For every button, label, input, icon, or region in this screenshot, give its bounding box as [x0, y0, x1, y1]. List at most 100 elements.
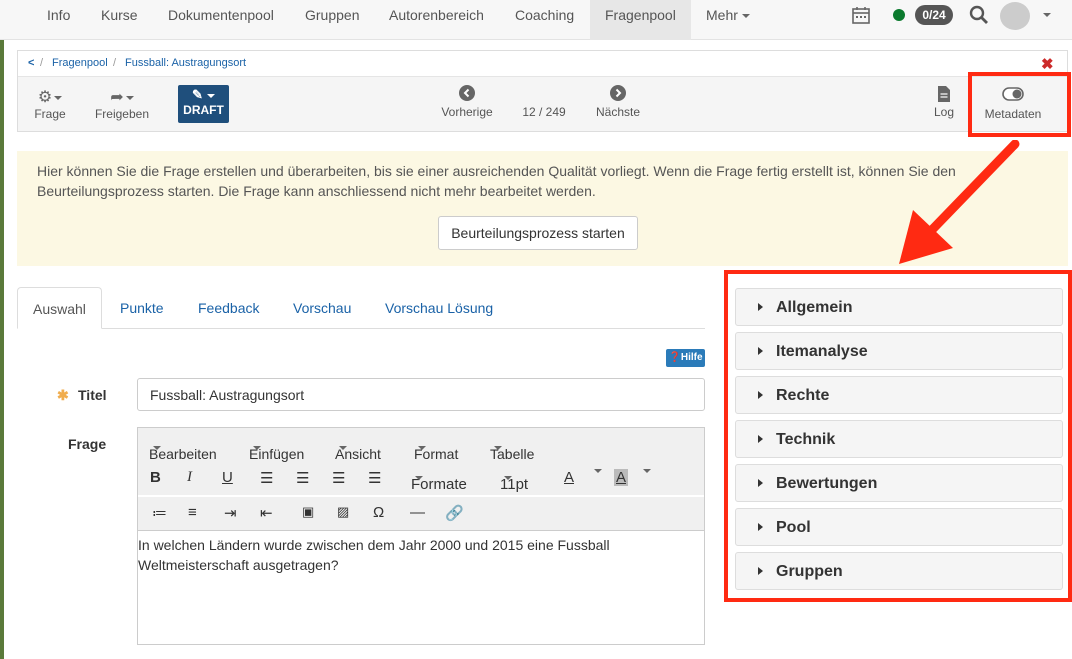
- nav-item-info[interactable]: Info: [47, 0, 70, 40]
- tab-auswahl[interactable]: Auswahl: [17, 287, 102, 329]
- accordion-label: Allgemein: [776, 299, 853, 316]
- special-character-icon[interactable]: Ω: [373, 504, 384, 521]
- accordion-label: Technik: [776, 431, 836, 448]
- question-tabs: Auswahl Punkte Feedback Vorschau Vorscha…: [17, 287, 705, 329]
- accordion-rechte[interactable]: Rechte: [735, 376, 1063, 414]
- rich-text-editor: Bearbeiten Einfügen Ansicht Format Tabel…: [137, 427, 705, 645]
- editor-menubar: Bearbeiten Einfügen Ansicht Format Tabel…: [138, 428, 704, 462]
- notification-badge[interactable]: 0/24: [915, 5, 953, 25]
- text-color-chevron-icon[interactable]: [594, 469, 602, 473]
- accordion-technik[interactable]: Technik: [735, 420, 1063, 458]
- accordion-label: Rechte: [776, 387, 830, 404]
- help-button[interactable]: ❓Hilfe: [666, 349, 705, 367]
- background-color-icon[interactable]: A: [614, 469, 629, 486]
- tab-vorschau-loesung[interactable]: Vorschau Lösung: [385, 287, 493, 329]
- top-navigation: Info Kurse Dokumentenpool Gruppen Autore…: [0, 0, 1072, 40]
- titel-label: Titel: [78, 387, 107, 403]
- online-status-icon: [893, 9, 905, 21]
- freigeben-menu-button[interactable]: ➦ Freigeben: [92, 89, 152, 121]
- align-center-icon[interactable]: ☰: [332, 469, 345, 487]
- chevron-left-circle-icon: [459, 85, 475, 101]
- media-icon[interactable]: ▣: [302, 504, 314, 520]
- breadcrumb-item-current[interactable]: Fussball: Austragungsort: [125, 57, 246, 69]
- annotation-arrow-icon: [899, 140, 1020, 264]
- numbered-list-icon[interactable]: ≡: [188, 504, 197, 521]
- align-left-icon[interactable]: ☰: [368, 469, 381, 487]
- horizontal-rule-icon[interactable]: —: [410, 504, 425, 521]
- calendar-icon[interactable]: [851, 5, 871, 25]
- metadaten-highlight: [968, 72, 1071, 137]
- required-asterisk-icon: ✱: [57, 387, 69, 403]
- caret-right-icon: [758, 435, 763, 443]
- accordion-itemanalyse[interactable]: Itemanalyse: [735, 332, 1063, 370]
- accordion-label: Itemanalyse: [776, 343, 868, 360]
- underline-icon[interactable]: U: [222, 469, 233, 486]
- nav-item-fragenpool[interactable]: Fragenpool: [590, 0, 691, 40]
- nav-item-kurse[interactable]: Kurse: [101, 0, 138, 40]
- breadcrumb-separator: /: [113, 57, 117, 69]
- outdent-icon[interactable]: ⇤: [260, 504, 273, 522]
- chevron-right-circle-icon: [610, 85, 626, 101]
- background-color-chevron-icon[interactable]: [643, 469, 651, 473]
- align-right-icon[interactable]: ☰: [296, 469, 309, 487]
- accordion-label: Gruppen: [776, 563, 843, 580]
- previous-button[interactable]: Vorherige: [439, 85, 495, 119]
- start-review-button[interactable]: Beurteilungsprozess starten: [438, 216, 638, 250]
- image-icon[interactable]: ▨: [337, 504, 349, 520]
- caret-right-icon: [758, 523, 763, 531]
- nav-item-gruppen[interactable]: Gruppen: [305, 0, 359, 40]
- close-icon[interactable]: ✖: [1041, 55, 1054, 73]
- breadcrumb-back-icon[interactable]: <: [28, 57, 34, 69]
- accordion-bewertungen[interactable]: Bewertungen: [735, 464, 1063, 502]
- gear-icon: ⚙: [30, 89, 70, 107]
- question-toolbar: < / Fragenpool / Fussball: Austragungsor…: [17, 50, 1068, 132]
- tab-punkte[interactable]: Punkte: [120, 287, 164, 329]
- draft-status-button[interactable]: ✎ DRAFT: [178, 85, 229, 123]
- bold-icon[interactable]: B: [150, 469, 161, 486]
- breadcrumb: < / Fragenpool / Fussball: Austragungsor…: [18, 51, 1067, 77]
- link-icon[interactable]: 🔗: [445, 504, 464, 522]
- nav-mehr-label: Mehr: [706, 7, 738, 23]
- document-icon: [938, 86, 950, 102]
- frage-menu-button[interactable]: ⚙ Frage: [30, 89, 70, 121]
- bullet-list-icon[interactable]: ≔: [152, 504, 167, 522]
- chevron-down-icon: [741, 14, 750, 19]
- italic-icon[interactable]: I: [187, 469, 192, 486]
- align-justify-icon[interactable]: ☰: [260, 469, 273, 487]
- draft-label: DRAFT: [183, 103, 224, 117]
- editor-content[interactable]: In welchen Ländern wurde zwischen dem Ja…: [138, 530, 704, 644]
- accordion-gruppen[interactable]: Gruppen: [735, 552, 1063, 590]
- next-button[interactable]: Nächste: [593, 85, 643, 119]
- chevron-down-icon: [339, 446, 347, 450]
- accordion-pool[interactable]: Pool: [735, 508, 1063, 546]
- help-label: Hilfe: [680, 352, 703, 363]
- chevron-down-icon: [415, 476, 423, 480]
- pencil-icon: ✎: [178, 85, 229, 103]
- caret-right-icon: [758, 567, 763, 575]
- nav-item-mehr[interactable]: Mehr: [706, 0, 750, 40]
- nav-item-coaching[interactable]: Coaching: [515, 0, 574, 40]
- previous-label: Vorherige: [441, 105, 493, 119]
- tab-vorschau[interactable]: Vorschau: [293, 287, 351, 329]
- nav-item-autorenbereich[interactable]: Autorenbereich: [389, 0, 484, 40]
- user-menu-chevron-icon[interactable]: [1043, 13, 1051, 17]
- log-button[interactable]: Log: [930, 85, 958, 119]
- chevron-down-icon: [253, 446, 261, 450]
- avatar[interactable]: [1000, 2, 1030, 30]
- caret-right-icon: [758, 347, 763, 355]
- caret-right-icon: [758, 391, 763, 399]
- caret-right-icon: [758, 479, 763, 487]
- breadcrumb-item-fragenpool[interactable]: Fragenpool: [52, 57, 108, 69]
- nav-item-dokumentenpool[interactable]: Dokumentenpool: [168, 0, 274, 40]
- tab-feedback[interactable]: Feedback: [198, 287, 259, 329]
- text-color-icon[interactable]: A: [564, 469, 574, 486]
- indent-icon[interactable]: ⇥: [224, 504, 237, 522]
- titel-input[interactable]: Fussball: Austragungsort: [137, 378, 705, 411]
- caret-right-icon: [758, 303, 763, 311]
- search-icon[interactable]: [969, 5, 989, 25]
- share-icon: ➦: [92, 89, 152, 107]
- editor-toolbar-row-1: B I U ☰ ☰ ☰ ☰ Formate 11pt A A: [138, 462, 704, 495]
- page-edge: [0, 0, 4, 659]
- help-icon: ❓: [668, 352, 681, 363]
- accordion-allgemein[interactable]: Allgemein: [735, 288, 1063, 326]
